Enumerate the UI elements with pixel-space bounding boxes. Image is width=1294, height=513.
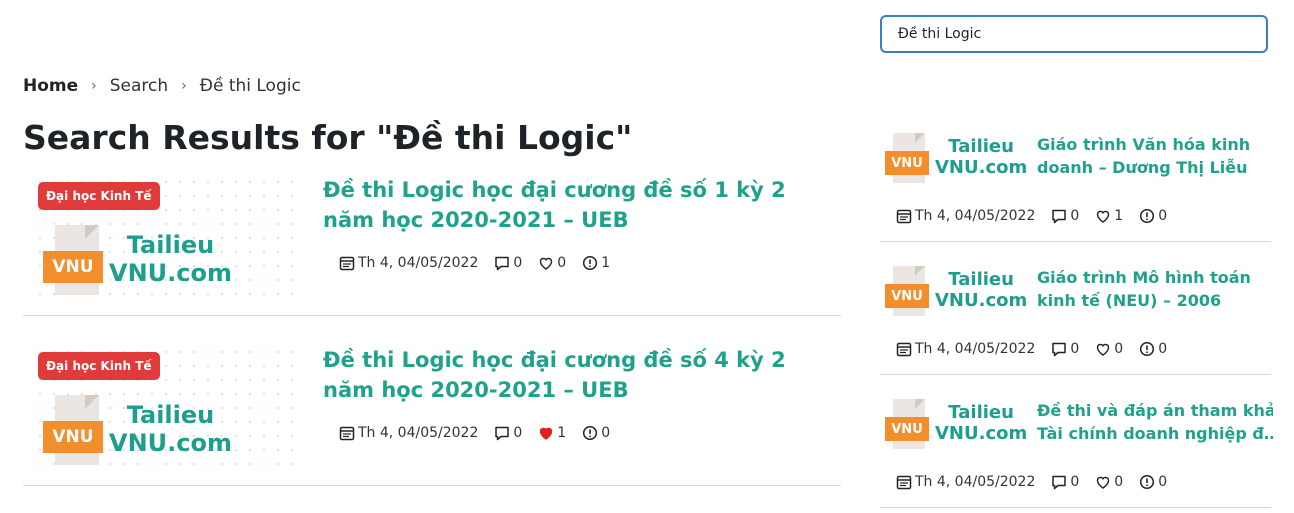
comments-meta[interactable]: 0 — [494, 425, 522, 441]
sidebar-article: VNU Tailieu VNU.com Giáo trình Văn hóa k… — [880, 133, 1271, 242]
alert-circle-icon — [1140, 208, 1155, 224]
comment-icon — [1052, 209, 1067, 224]
document-icon: VNU — [885, 133, 931, 183]
article-title-link[interactable]: Đề thi Logic học đại cương đề số 4 kỳ 2 … — [323, 345, 833, 405]
sidebar-meta: Th 4, 04/05/2022 0 0 0 — [896, 474, 1183, 490]
search-input[interactable] — [898, 26, 1250, 42]
date-meta: Th 4, 04/05/2022 — [896, 341, 1035, 357]
sidebar-thumbnail[interactable]: VNU Tailieu VNU.com — [885, 399, 1033, 455]
comments-meta[interactable]: 0 — [494, 255, 522, 271]
comment-icon — [495, 426, 510, 441]
calendar-icon — [896, 342, 912, 357]
article-title-link[interactable]: Đề thi Logic học đại cương đề số 1 kỳ 2 … — [323, 175, 833, 235]
sidebar-article-title-link[interactable]: Đề thi và đáp án tham khảo Tài chính doa… — [1037, 399, 1273, 445]
heart-icon — [540, 257, 553, 270]
tailieuvnu-logo: VNU Tailieu VNU.com — [885, 399, 1027, 449]
heart-filled-icon — [540, 427, 553, 440]
article-meta: Th 4, 04/05/2022 0 1 0 — [339, 425, 626, 441]
views-meta: 0 — [582, 425, 610, 441]
article-thumbnail[interactable]: VNU Tailieu VNU.com Đại học Kinh Tế — [33, 345, 295, 472]
sidebar-article: VNU Tailieu VNU.com Giáo trình Mô hình t… — [880, 266, 1271, 375]
sidebar-article-title-link[interactable]: Giáo trình Văn hóa kinh doanh – Dương Th… — [1037, 133, 1273, 179]
heart-icon — [1097, 343, 1110, 356]
page-title: Search Results for "Đề thi Logic" — [23, 118, 633, 157]
sidebar-thumbnail[interactable]: VNU Tailieu VNU.com — [885, 266, 1033, 322]
heart-icon — [1097, 210, 1110, 223]
breadcrumb-home-link[interactable]: Home — [23, 76, 78, 96]
document-icon: VNU — [885, 399, 931, 449]
views-meta: 0 — [1139, 474, 1167, 490]
sidebar-meta: Th 4, 04/05/2022 0 0 0 — [896, 341, 1183, 357]
views-meta: 0 — [1139, 341, 1167, 357]
tailieuvnu-logo: VNU Tailieu VNU.com — [43, 225, 232, 295]
date-meta: Th 4, 04/05/2022 — [339, 255, 478, 271]
breadcrumb-current: Đề thi Logic — [199, 76, 301, 96]
tailieuvnu-logo: VNU Tailieu VNU.com — [885, 266, 1027, 316]
breadcrumb-search-link[interactable]: Search — [110, 76, 168, 96]
comment-icon — [495, 256, 510, 271]
date-meta: Th 4, 04/05/2022 — [896, 208, 1035, 224]
calendar-icon — [339, 256, 355, 271]
calendar-icon — [339, 426, 355, 441]
likes-meta[interactable]: 0 — [1095, 474, 1123, 490]
tailieuvnu-logo: VNU Tailieu VNU.com — [43, 395, 232, 465]
alert-circle-icon — [1140, 474, 1155, 490]
alert-circle-icon — [583, 255, 598, 271]
views-meta: 0 — [1139, 208, 1167, 224]
chevron-right-icon: › — [181, 78, 187, 94]
search-box[interactable] — [880, 15, 1268, 53]
article-thumbnail[interactable]: VNU Tailieu VNU.com Đại học Kinh Tế — [33, 175, 295, 302]
article-card: VNU Tailieu VNU.com Đại học Kinh Tế Đề t… — [23, 175, 841, 316]
document-icon: VNU — [43, 395, 107, 465]
sidebar-thumbnail[interactable]: VNU Tailieu VNU.com — [885, 133, 1033, 189]
comment-icon — [1052, 342, 1067, 357]
comments-meta[interactable]: 0 — [1051, 474, 1079, 490]
category-badge[interactable]: Đại học Kinh Tế — [38, 182, 160, 210]
calendar-icon — [896, 209, 912, 224]
comments-meta[interactable]: 0 — [1051, 341, 1079, 357]
alert-circle-icon — [1140, 341, 1155, 357]
heart-icon — [1097, 476, 1110, 489]
likes-meta[interactable]: 1 — [538, 425, 566, 441]
likes-meta[interactable]: 0 — [1095, 341, 1123, 357]
document-icon: VNU — [43, 225, 107, 295]
document-icon: VNU — [885, 266, 931, 316]
sidebar-article: VNU Tailieu VNU.com Đề thi và đáp án tha… — [880, 399, 1273, 508]
alert-circle-icon — [583, 425, 598, 441]
article-meta: Th 4, 04/05/2022 0 0 1 — [339, 255, 626, 271]
date-meta: Th 4, 04/05/2022 — [339, 425, 478, 441]
views-meta: 1 — [582, 255, 610, 271]
tailieuvnu-logo: VNU Tailieu VNU.com — [885, 133, 1027, 183]
article-card: VNU Tailieu VNU.com Đại học Kinh Tế Đề t… — [23, 345, 841, 486]
category-badge[interactable]: Đại học Kinh Tế — [38, 352, 160, 380]
calendar-icon — [896, 475, 912, 490]
date-meta: Th 4, 04/05/2022 — [896, 474, 1035, 490]
comment-icon — [1052, 475, 1067, 490]
likes-meta[interactable]: 1 — [1095, 208, 1123, 224]
chevron-right-icon: › — [91, 78, 97, 94]
breadcrumb: Home › Search › Đề thi Logic — [23, 76, 301, 96]
comments-meta[interactable]: 0 — [1051, 208, 1079, 224]
sidebar-meta: Th 4, 04/05/2022 0 1 0 — [896, 208, 1183, 224]
likes-meta[interactable]: 0 — [538, 255, 566, 271]
sidebar-article-title-link[interactable]: Giáo trình Mô hình toán kinh tế (NEU) – … — [1037, 266, 1273, 312]
